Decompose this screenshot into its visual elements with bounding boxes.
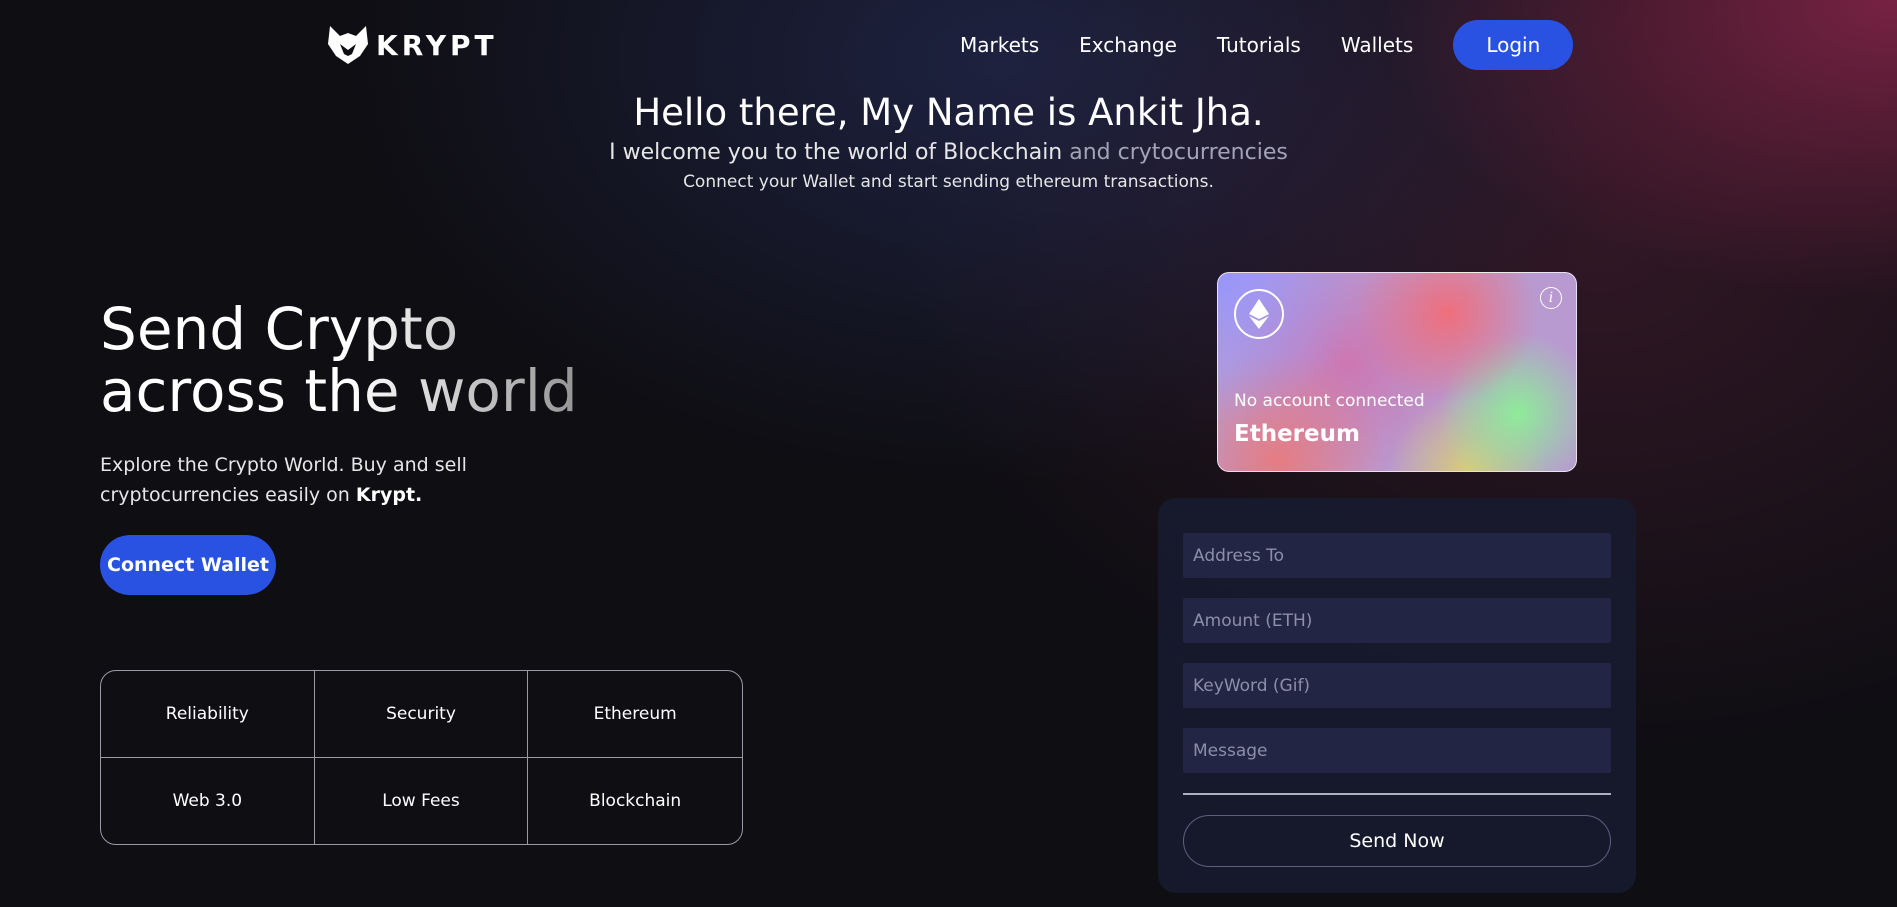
feature-security: Security [314, 671, 529, 758]
brand-logo[interactable]: KRYPT [326, 24, 498, 66]
hero-description-brand: Krypt. [355, 484, 423, 506]
send-now-button[interactable]: Send Now [1183, 815, 1611, 867]
account-status: No account connected [1234, 391, 1425, 411]
hero-title: Send Crypto across the world [100, 298, 600, 422]
features-grid: Reliability Security Ethereum Web 3.0 Lo… [100, 670, 743, 845]
hero-description: Explore the Crypto World. Buy and sell c… [100, 450, 520, 510]
network-name: Ethereum [1234, 421, 1360, 447]
ethereum-icon [1234, 289, 1284, 339]
feature-blockchain: Blockchain [589, 790, 682, 811]
connect-wallet-button[interactable]: Connect Wallet [100, 535, 276, 595]
top-nav: Markets Exchange Tutorials Wallets Login [960, 20, 1574, 70]
nav-link-tutorials[interactable]: Tutorials [1217, 20, 1301, 70]
info-icon[interactable]: i [1540, 287, 1562, 309]
nav-link-markets[interactable]: Markets [960, 20, 1039, 70]
send-form: Send Now [1158, 498, 1636, 893]
intro-section: Hello there, My Name is Ankit Jha. I wel… [0, 88, 1897, 196]
address-input[interactable] [1183, 533, 1611, 578]
hero-title-line1: Send Crypto [100, 295, 459, 363]
nav-link-wallets[interactable]: Wallets [1341, 20, 1413, 70]
hero-title-line2: across the world [100, 357, 578, 425]
feature-low-fees: Low Fees [315, 757, 529, 844]
keyword-input[interactable] [1183, 663, 1611, 708]
ethereum-card: i No account connected Ethereum [1217, 272, 1577, 472]
feature-web3: Web 3.0 [101, 757, 315, 844]
intro-subtitle: I welcome you to the world of Blockchain… [0, 138, 1897, 168]
login-button[interactable]: Login [1453, 20, 1574, 70]
brand-name: KRYPT [376, 28, 498, 62]
nav-link-exchange[interactable]: Exchange [1079, 20, 1177, 70]
intro-subtitle-fade: and crytocurrencies [1062, 140, 1288, 165]
feature-reliability: Reliability [101, 671, 315, 758]
intro-subtitle-main: I welcome you to the world of Blockchain [609, 140, 1063, 165]
feature-ethereum: Ethereum [528, 671, 742, 758]
intro-tagline: Connect your Wallet and start sending et… [683, 172, 1214, 192]
form-divider [1183, 793, 1611, 795]
amount-input[interactable] [1183, 598, 1611, 643]
krypt-logo-icon [328, 26, 368, 64]
message-input[interactable] [1183, 728, 1611, 773]
intro-title: Hello there, My Name is Ankit Jha. [633, 91, 1264, 134]
